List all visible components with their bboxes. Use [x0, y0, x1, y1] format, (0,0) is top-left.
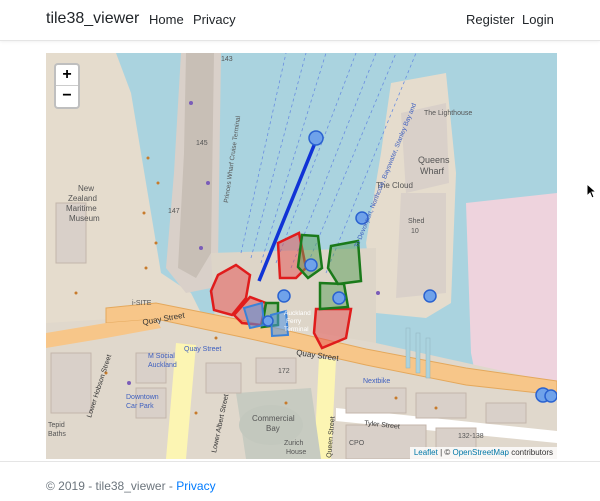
- navbar: tile38_viewer Home Privacy Register Logi…: [0, 0, 600, 41]
- mouse-cursor-icon: [586, 183, 596, 199]
- nav-home-link[interactable]: Home: [149, 12, 184, 27]
- footer-text: © 2019 - tile38_viewer - Privacy: [46, 479, 216, 493]
- map-label-cpo: CPO: [349, 440, 365, 447]
- map-label-museum-2: Zealand: [68, 194, 97, 203]
- map-label-museum-1: New: [78, 184, 94, 193]
- nav-register-link[interactable]: Register: [466, 12, 514, 27]
- footer: © 2019 - tile38_viewer - Privacy: [0, 461, 600, 501]
- map-label-downtown: Downtown: [126, 394, 159, 401]
- map-label-auckland-ferry-2: Ferry: [286, 318, 302, 325]
- zoom-control: + −: [54, 63, 80, 109]
- footer-privacy-link[interactable]: Privacy: [176, 479, 215, 493]
- map-tiles: The Lighthouse Queens Wharf The Cloud Sh…: [46, 53, 557, 459]
- zoom-in-button[interactable]: +: [56, 65, 78, 86]
- map-label-tepid-2: Baths: [48, 431, 66, 438]
- map-label-queens-wharf: Queens: [418, 155, 450, 165]
- map-label-downtown-2: Car Park: [126, 403, 154, 410]
- zoom-out-button[interactable]: −: [56, 86, 78, 107]
- map-label-museum-3: Maritime: [66, 204, 97, 213]
- map-label-shed-2: 10: [411, 228, 419, 235]
- map-label-lighthouse: The Lighthouse: [424, 110, 472, 117]
- map-label-msocial: M Social: [148, 353, 175, 360]
- map-label-tepid: Tepid: [48, 422, 65, 429]
- map-label-132: 132-138: [458, 433, 484, 440]
- map-label-147: 147: [168, 208, 180, 215]
- leaflet-link[interactable]: Leaflet: [414, 448, 438, 457]
- map-label-queens-wharf-2: Wharf: [420, 166, 445, 176]
- map-label-shed: Shed: [408, 218, 424, 225]
- map-label-commercial: Commercial: [252, 414, 295, 423]
- map-label-143: 143: [221, 56, 233, 63]
- brand-link[interactable]: tile38_viewer: [46, 10, 139, 28]
- map-label-auckland-ferry-3: Terminal: [284, 326, 309, 333]
- map-label-145: 145: [196, 140, 208, 147]
- map-label-commercial-2: Bay: [266, 424, 280, 433]
- map-label-museum-4: Museum: [69, 214, 100, 223]
- nav-login-link[interactable]: Login: [522, 12, 554, 27]
- map-label-nextbike: Nextbike: [363, 378, 390, 385]
- nav-privacy-link[interactable]: Privacy: [193, 12, 236, 27]
- attribution-suffix: contributors: [508, 448, 553, 457]
- map-label-auckland-ferry: Auckland: [284, 310, 311, 317]
- map-label-172: 172: [278, 368, 290, 375]
- attribution-separator: | ©: [437, 448, 453, 457]
- map-label-zurich-2: House: [286, 449, 306, 456]
- map-label-isite: i-SITE: [132, 300, 152, 307]
- map-label-quay-street-2: Quay Street: [184, 346, 221, 353]
- map-label-msocial-2: Auckland: [148, 362, 177, 369]
- map-container[interactable]: The Lighthouse Queens Wharf The Cloud Sh…: [46, 53, 557, 459]
- map-label-zurich: Zurich: [284, 440, 304, 447]
- footer-copyright: © 2019 - tile38_viewer -: [46, 479, 177, 493]
- osm-link[interactable]: OpenStreetMap: [452, 448, 508, 457]
- map-attribution: Leaflet | © OpenStreetMap contributors: [409, 447, 557, 459]
